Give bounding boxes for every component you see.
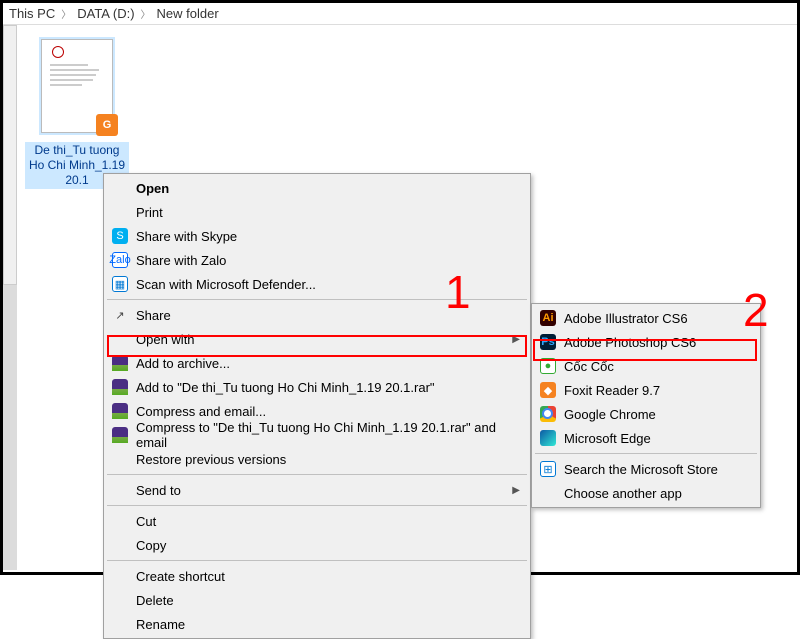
chevron-right-icon: 〉 [61,6,71,21]
menu-copy[interactable]: Copy [106,533,528,557]
submenu-chrome[interactable]: Google Chrome [534,402,758,426]
chrome-icon [540,406,556,422]
breadcrumb-drive[interactable]: DATA (D:) [77,6,134,21]
submenu-edge[interactable]: Microsoft Edge [534,426,758,450]
menu-restore-previous[interactable]: Restore previous versions [106,447,528,471]
foxit-icon: ◆ [540,382,556,398]
illustrator-icon: Ai [540,310,556,326]
scrollbar[interactable] [3,25,17,570]
annotation-number-1: 1 [445,265,471,319]
menu-separator [107,474,527,475]
folder-content-area[interactable]: G De thi_Tu tuong Ho Chi Minh_1.19 20.1 … [3,25,797,570]
menu-add-to-rar[interactable]: Add to "De thi_Tu tuong Ho Chi Minh_1.19… [106,375,528,399]
winrar-icon [112,379,128,395]
menu-open[interactable]: Open [106,176,528,200]
menu-separator [107,505,527,506]
photoshop-icon: Ps [540,334,556,350]
share-icon: ↗ [112,307,128,323]
defender-icon: ▦ [112,276,128,292]
submenu-search-store[interactable]: ⊞ Search the Microsoft Store [534,457,758,481]
store-icon: ⊞ [540,461,556,477]
foxit-overlay-icon: G [96,114,118,136]
file-item[interactable]: G De thi_Tu tuong Ho Chi Minh_1.19 20.1 [25,37,129,189]
context-menu: Open Print S Share with Skype Zalo Share… [103,173,531,639]
menu-separator [535,453,757,454]
menu-open-with[interactable]: Open with▶ [106,327,528,351]
submenu-choose-another[interactable]: Choose another app [534,481,758,505]
menu-cut[interactable]: Cut [106,509,528,533]
skype-icon: S [112,228,128,244]
scrollbar-thumb[interactable] [3,25,17,285]
menu-print[interactable]: Print [106,200,528,224]
open-with-submenu: Ai Adobe Illustrator CS6 Ps Adobe Photos… [531,303,761,508]
breadcrumb[interactable]: This PC 〉 DATA (D:) 〉 New folder [3,3,797,25]
menu-delete[interactable]: Delete [106,588,528,612]
chevron-right-icon: 〉 [141,6,151,21]
submenu-photoshop[interactable]: Ps Adobe Photoshop CS6 [534,330,758,354]
annotation-number-2: 2 [743,283,769,337]
menu-send-to[interactable]: Send to▶ [106,478,528,502]
submenu-illustrator[interactable]: Ai Adobe Illustrator CS6 [534,306,758,330]
menu-rename[interactable]: Rename [106,612,528,636]
menu-separator [107,560,527,561]
edge-icon [540,430,556,446]
menu-create-shortcut[interactable]: Create shortcut [106,564,528,588]
winrar-icon [112,427,128,443]
submenu-coccoc[interactable]: ● Cốc Cốc [534,354,758,378]
menu-share-skype[interactable]: S Share with Skype [106,224,528,248]
coccoc-icon: ● [540,358,556,374]
menu-add-archive[interactable]: Add to archive... [106,351,528,375]
submenu-foxit[interactable]: ◆ Foxit Reader 9.7 [534,378,758,402]
menu-compress-to-email[interactable]: Compress to "De thi_Tu tuong Ho Chi Minh… [106,423,528,447]
chevron-right-icon: ▶ [512,485,520,496]
breadcrumb-root[interactable]: This PC [9,6,55,21]
zalo-icon: Zalo [112,252,128,268]
breadcrumb-folder[interactable]: New folder [157,6,219,21]
winrar-icon [112,355,128,371]
chevron-right-icon: ▶ [512,334,520,345]
winrar-icon [112,403,128,419]
file-thumbnail: G [41,39,113,133]
